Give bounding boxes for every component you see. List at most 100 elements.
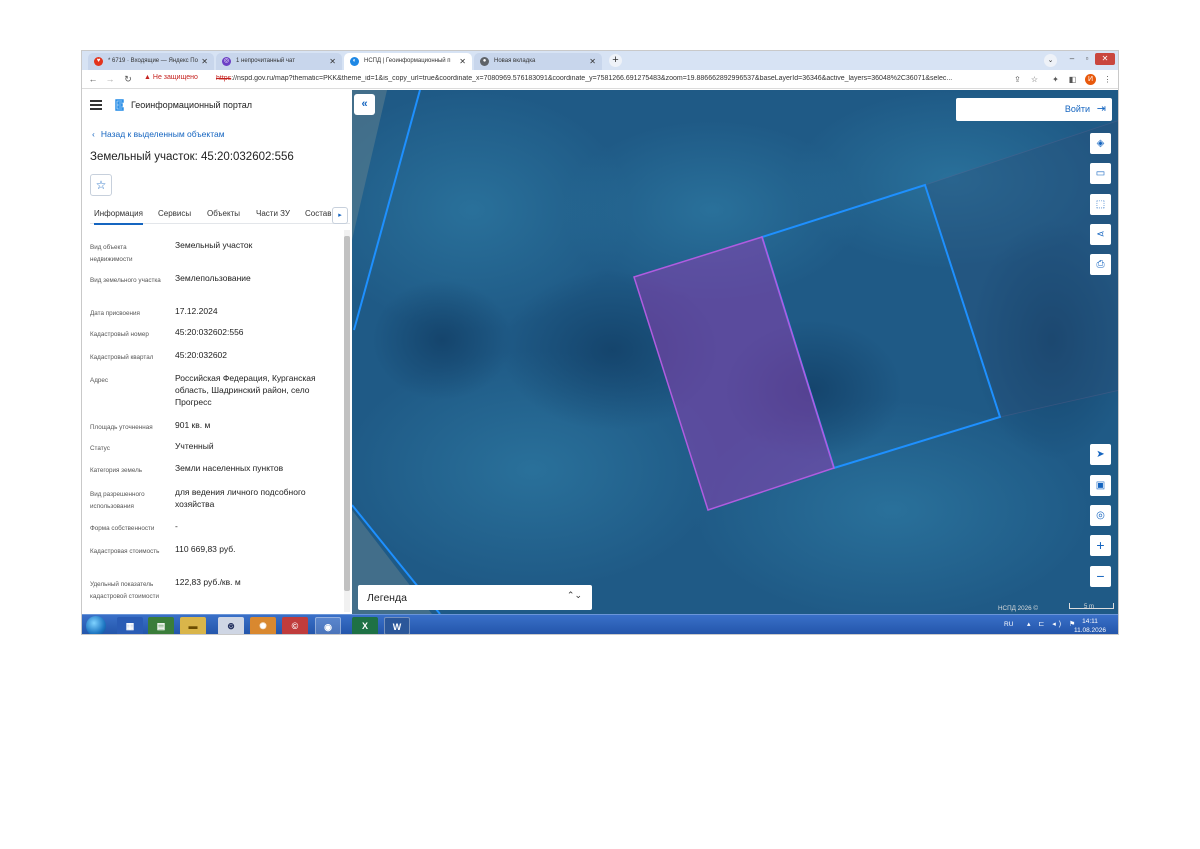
select-area-button[interactable]: ⬚: [1090, 194, 1111, 215]
close-icon[interactable]: ✕: [201, 53, 208, 70]
tab-label: * 6719 · Входящие — Яндекс По: [108, 58, 198, 64]
print-button[interactable]: ⎙: [1090, 254, 1111, 275]
select-area-icon: ⬚: [1095, 199, 1106, 210]
forward-arrow-icon[interactable]: →: [103, 72, 117, 86]
back-to-selection-link[interactable]: ‹ Назад к выделенным объектам: [92, 129, 225, 139]
tab-services[interactable]: Сервисы: [158, 209, 191, 218]
windows-taskbar: ▦ ▤ ▬ ⊛ ✺ © ◉ X W RU ▴ ⊏ ◂) ⚑ 14:11 11.0…: [82, 614, 1118, 634]
tab-information[interactable]: Информация: [94, 209, 143, 225]
zoom-out-button[interactable]: −: [1090, 566, 1111, 587]
star-icon: ☆: [95, 178, 107, 192]
share-icon: ⋖: [1096, 229, 1105, 240]
legend-dropdown[interactable]: Легенда ⌃⌄: [358, 585, 592, 610]
tab-composition[interactable]: Состав: [305, 209, 332, 218]
property-value: Земли населенных пунктов: [175, 463, 284, 473]
tab-nspd[interactable]: ◐ НСПД | Геоинформационный п ✕: [344, 53, 472, 70]
satellite-map[interactable]: [352, 90, 1119, 614]
chrome-icon[interactable]: ◉: [315, 617, 341, 634]
language-indicator[interactable]: RU: [1004, 621, 1013, 628]
minimap-icon: ▣: [1095, 480, 1106, 491]
extensions-icon[interactable]: ✦: [1050, 74, 1061, 85]
word-icon[interactable]: W: [384, 617, 410, 634]
folder-icon[interactable]: ▬: [180, 617, 206, 634]
tab-label: НСПД | Геоинформационный п: [364, 58, 451, 64]
property-value: -: [175, 521, 178, 531]
media-icon[interactable]: ▤: [148, 617, 174, 634]
hamburger-menu-icon[interactable]: [90, 100, 102, 110]
ccleaner-icon[interactable]: ©: [282, 617, 308, 634]
address-bar[interactable]: https://nspd.gov.ru/map?thematic=PKK&the…: [216, 75, 1006, 82]
tab-new[interactable]: ● Новая вкладка ✕: [474, 53, 602, 70]
property-value: 45:20:032602:556: [175, 327, 244, 337]
login-button[interactable]: Войти ⇥: [956, 98, 1112, 121]
measure-button[interactable]: ▭: [1090, 163, 1111, 184]
app-icon[interactable]: ⊛: [218, 617, 244, 634]
property-value: 45:20:032602: [175, 350, 227, 360]
share-button[interactable]: ⋖: [1090, 224, 1111, 245]
menu-kebab-icon[interactable]: ⋮: [1102, 74, 1113, 85]
chevron-left-icon: ‹: [92, 129, 95, 139]
minus-icon: −: [1096, 568, 1105, 584]
excel-icon[interactable]: X: [352, 617, 378, 634]
map-view[interactable]: « Войти ⇥ ◈ ▭ ⬚ ⋖ ⎙ ➤ ▣ ◎ + − Легенда ⌃⌄…: [352, 90, 1119, 614]
scrollbar-thumb[interactable]: [344, 236, 350, 591]
property-value: 901 кв. м: [175, 420, 211, 430]
new-tab-button[interactable]: +: [609, 54, 622, 67]
tab-objects[interactable]: Объекты: [207, 209, 240, 218]
back-arrow-icon[interactable]: ←: [86, 72, 100, 86]
minimap-button[interactable]: ▣: [1090, 475, 1111, 496]
tab-chat[interactable]: ◎ 1 непрочитанный чат ✕: [216, 53, 342, 70]
browser-tab-strip: ♥ * 6719 · Входящие — Яндекс По ✕ ◎ 1 не…: [82, 51, 1118, 70]
tab-parcel-parts[interactable]: Части ЗУ: [256, 209, 290, 218]
close-icon[interactable]: ✕: [589, 53, 596, 70]
nspd-icon: ◐: [350, 57, 359, 66]
chevron-right-icon: ▸: [338, 212, 342, 219]
geolocate-button[interactable]: ➤: [1090, 444, 1111, 465]
property-key: Статус: [90, 445, 110, 452]
reload-icon[interactable]: ↻: [121, 72, 135, 86]
property-key: Вид разрешенного использования: [90, 491, 145, 510]
profile-avatar[interactable]: И: [1085, 74, 1096, 85]
minimize-button[interactable]: –: [1065, 53, 1079, 65]
navigation-arrow-icon: ➤: [1096, 449, 1105, 460]
tabs-next-button[interactable]: ▸: [332, 207, 348, 224]
tab-search-button[interactable]: ⌄: [1044, 54, 1057, 67]
chrome-icon: ●: [480, 57, 489, 66]
property-key: Кадастровый квартал: [90, 354, 154, 361]
property-value: Российская Федерация, Курганская область…: [175, 373, 316, 407]
tab-yandex-mail[interactable]: ♥ * 6719 · Входящие — Яндекс По ✕: [88, 53, 214, 70]
property-value: Земельный участок: [175, 240, 253, 250]
bookmark-star-icon[interactable]: ☆: [1029, 74, 1040, 85]
maximize-button[interactable]: ▫: [1080, 53, 1094, 65]
browser-toolbar: ← → ↻ ▲ Не защищено https://nspd.gov.ru/…: [82, 70, 1118, 89]
favorite-star-button[interactable]: ☆: [90, 174, 112, 196]
property-key: Дата присвоения: [90, 310, 140, 317]
property-value: Землепользование: [175, 273, 251, 283]
property-key: Адрес: [90, 377, 109, 384]
property-key: Категория земель: [90, 467, 143, 474]
collapse-panel-button[interactable]: «: [354, 94, 375, 115]
search-location-icon: ◎: [1096, 510, 1105, 521]
start-button[interactable]: [86, 616, 106, 634]
explorer-icon[interactable]: ▦: [117, 617, 143, 634]
legend-label: Легенда: [367, 592, 407, 604]
clock[interactable]: 14:11 11.08.2026: [1070, 617, 1110, 634]
security-indicator[interactable]: ▲ Не защищено: [144, 74, 198, 81]
close-icon[interactable]: ✕: [329, 53, 336, 70]
side-panel-icon[interactable]: ◧: [1067, 74, 1078, 85]
property-key: Кадастровая стоимость: [90, 548, 160, 555]
close-icon[interactable]: ✕: [459, 53, 466, 70]
search-location-button[interactable]: ◎: [1090, 505, 1111, 526]
info-tabs: Информация Сервисы Объекты Части ЗУ Сост…: [90, 205, 350, 225]
property-value: 17.12.2024: [175, 306, 218, 316]
close-window-button[interactable]: ✕: [1095, 53, 1115, 65]
url-text: ://nspd.gov.ru/map?thematic=PKK&theme_id…: [231, 75, 953, 82]
zoom-in-button[interactable]: +: [1090, 535, 1111, 556]
warning-icon: ▲: [144, 74, 151, 81]
share-icon[interactable]: ⇪: [1012, 74, 1023, 85]
portal-logo-icon: [115, 99, 124, 111]
layers-button[interactable]: ◈: [1090, 133, 1111, 154]
chevron-up-down-icon: ⌃⌄: [566, 590, 582, 600]
turtle-icon[interactable]: ✺: [250, 617, 276, 634]
printer-icon: ⎙: [1096, 259, 1105, 270]
